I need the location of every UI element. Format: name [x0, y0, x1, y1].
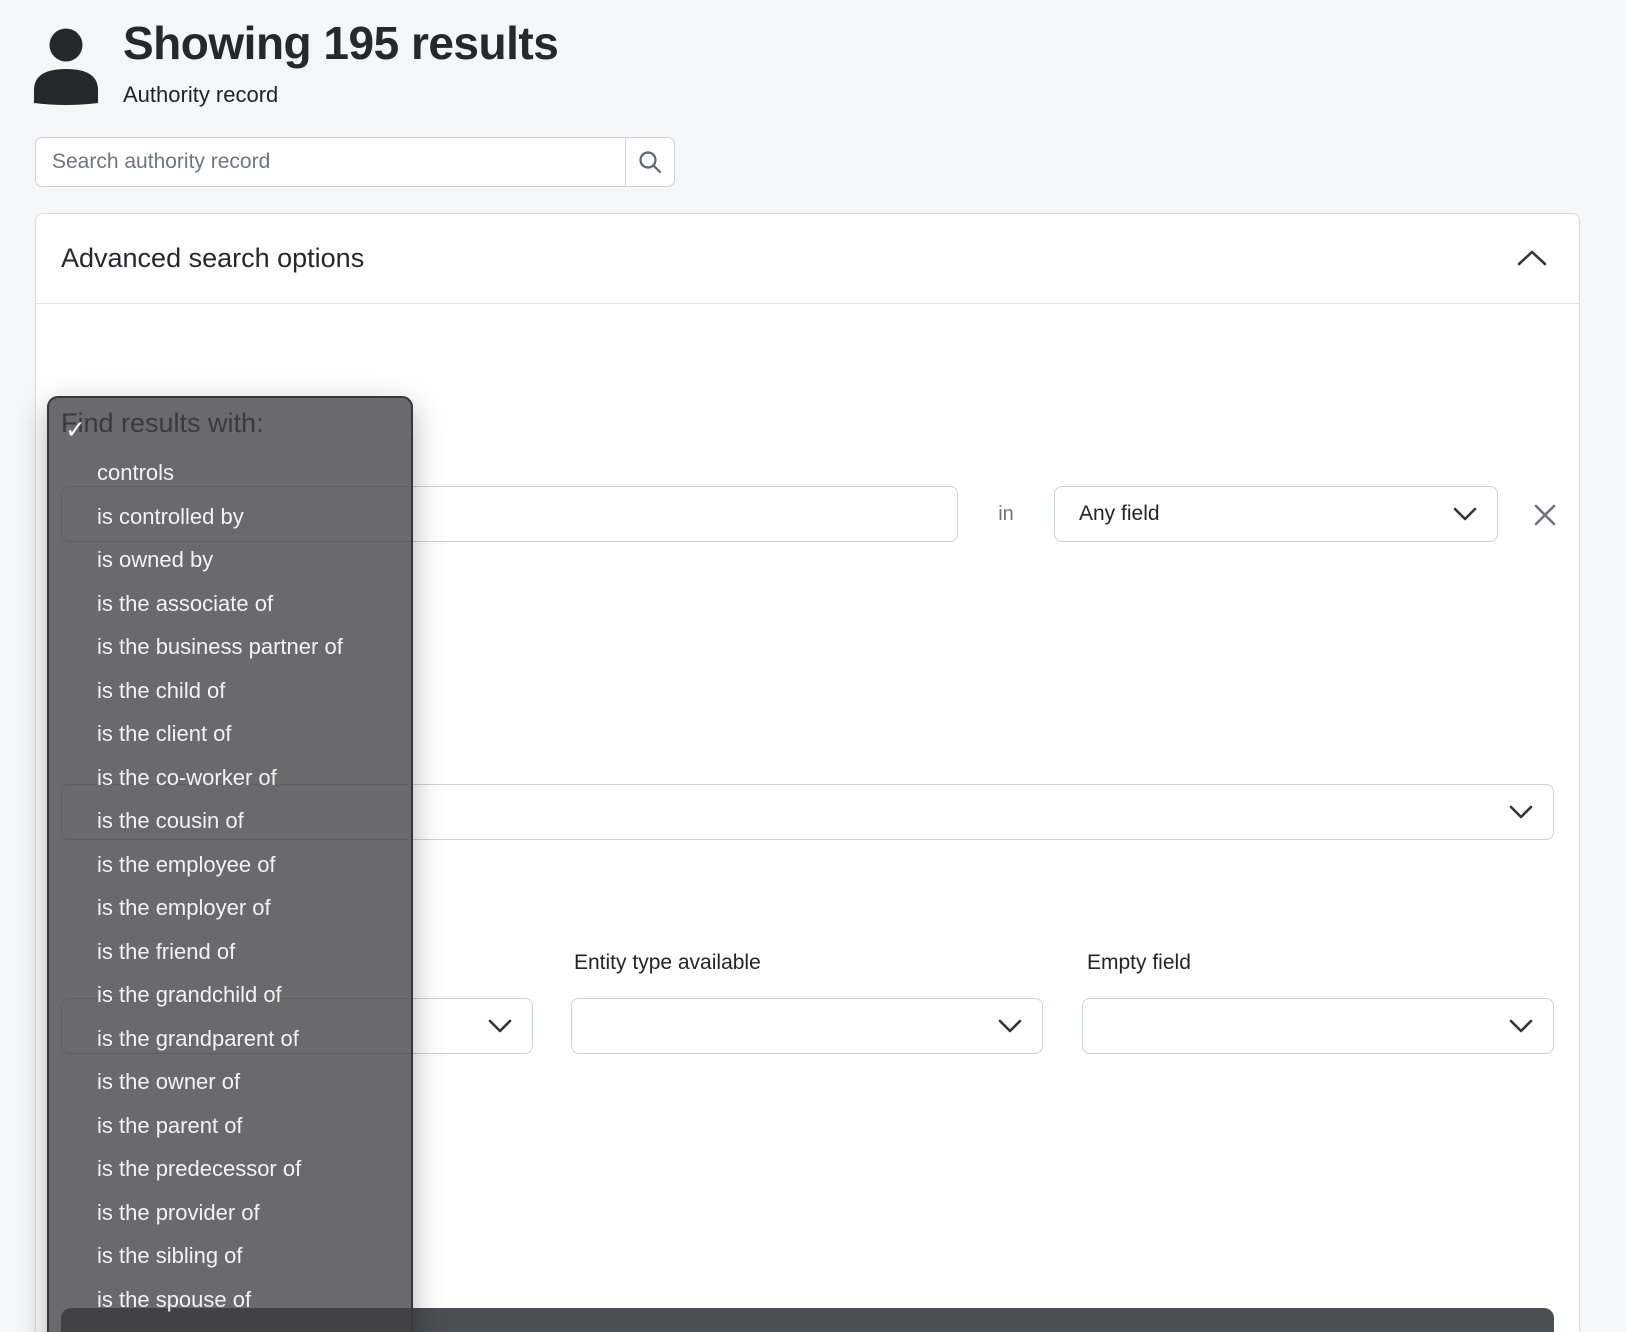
menu-item-label: controls [97, 460, 174, 486]
menu-item-label: is the owner of [97, 1069, 240, 1095]
chevron-down-icon [1509, 805, 1533, 819]
menu-item[interactable]: ✓ is the grandchild of [49, 974, 411, 1018]
menu-item[interactable]: ✓ is the co-worker of [49, 756, 411, 800]
advanced-search-header[interactable]: Advanced search options [36, 214, 1579, 304]
menu-item[interactable]: ✓ is owned by [49, 539, 411, 583]
check-icon: ✓ [65, 415, 86, 445]
menu-item[interactable]: ✓ is the sibling of [49, 1235, 411, 1279]
menu-item-label: is the friend of [97, 939, 235, 965]
menu-item[interactable]: ✓ is the spouse of [49, 1278, 411, 1322]
chevron-down-icon [998, 1019, 1022, 1033]
menu-item[interactable]: ✓ is the employee of [49, 843, 411, 887]
entity-type-label: Entity type available [574, 951, 761, 975]
menu-item-label: is the spouse of [97, 1287, 251, 1313]
menu-item[interactable]: ✓ is the associate of [49, 582, 411, 626]
menu-item-label: is the grandchild of [97, 982, 282, 1008]
empty-field-label: Empty field [1087, 951, 1191, 975]
search-icon [637, 149, 663, 175]
menu-item-label: is the employee of [97, 852, 276, 878]
close-icon [1532, 502, 1558, 528]
menu-item-label: is the sibling of [97, 1243, 243, 1269]
criteria-in-label: in [976, 486, 1036, 542]
criteria-field-value: Any field [1079, 502, 1160, 526]
menu-item-label: is the cousin of [97, 808, 244, 834]
menu-item[interactable]: ✓ is the child of [49, 669, 411, 713]
menu-item-label: is the co-worker of [97, 765, 277, 791]
page-title: Showing 195 results [123, 16, 558, 70]
menu-item[interactable]: ✓ controls [49, 452, 411, 496]
menu-item[interactable]: ✓ is the business partner of [49, 626, 411, 670]
chevron-down-icon [1509, 1019, 1533, 1033]
search-input[interactable] [36, 138, 625, 186]
menu-item[interactable]: ✓ is the client of [49, 713, 411, 757]
menu-item-label: is owned by [97, 547, 213, 573]
menu-item[interactable]: ✓ is the grandparent of [49, 1017, 411, 1061]
entity-type-select[interactable] [571, 998, 1043, 1054]
collapse-panel-button[interactable] [1515, 244, 1549, 270]
menu-item[interactable]: ✓ is the owner of [49, 1061, 411, 1105]
menu-item[interactable]: ✓ is the cousin of [49, 800, 411, 844]
menu-item[interactable]: ✓ is the employer of [49, 887, 411, 931]
criteria-field-select[interactable]: Any field [1054, 486, 1498, 542]
menu-item-label: is the employer of [97, 895, 271, 921]
person-icon [33, 25, 105, 105]
menu-item[interactable]: ✓ is the parent of [49, 1104, 411, 1148]
menu-item-label: is the associate of [97, 591, 273, 617]
menu-item[interactable]: ✓ is the provider of [49, 1191, 411, 1235]
menu-item-label: is the grandparent of [97, 1026, 299, 1052]
menu-item-label: is the child of [97, 678, 225, 704]
chevron-down-icon [1453, 507, 1477, 521]
search-bar [35, 137, 675, 187]
remove-criteria-button[interactable] [1526, 496, 1564, 534]
menu-item-label: is the predecessor of [97, 1156, 301, 1182]
menu-item[interactable]: ✓ is the predecessor of [49, 1148, 411, 1192]
empty-field-select[interactable] [1082, 998, 1554, 1054]
relation-type-open-menu: ✓ ✓ controls ✓ is controlled by ✓ is own… [47, 396, 413, 1332]
chevron-up-icon [1516, 249, 1548, 266]
menu-item[interactable]: ✓ is the friend of [49, 930, 411, 974]
menu-item-label: is the provider of [97, 1200, 260, 1226]
menu-item[interactable]: ✓ is controlled by [49, 495, 411, 539]
menu-item-label: is controlled by [97, 504, 244, 530]
menu-item-label: is the client of [97, 721, 232, 747]
authority-browse-page: Showing 195 results Authority record Adv… [0, 0, 1626, 1332]
chevron-down-icon [488, 1019, 512, 1033]
menu-item[interactable]: ✓ [49, 408, 411, 452]
search-submit-button[interactable] [625, 138, 674, 186]
advanced-search-title: Advanced search options [61, 243, 364, 274]
menu-item-label: is the business partner of [97, 634, 343, 660]
menu-item-label: is the parent of [97, 1113, 243, 1139]
page-subtitle: Authority record [123, 82, 278, 108]
